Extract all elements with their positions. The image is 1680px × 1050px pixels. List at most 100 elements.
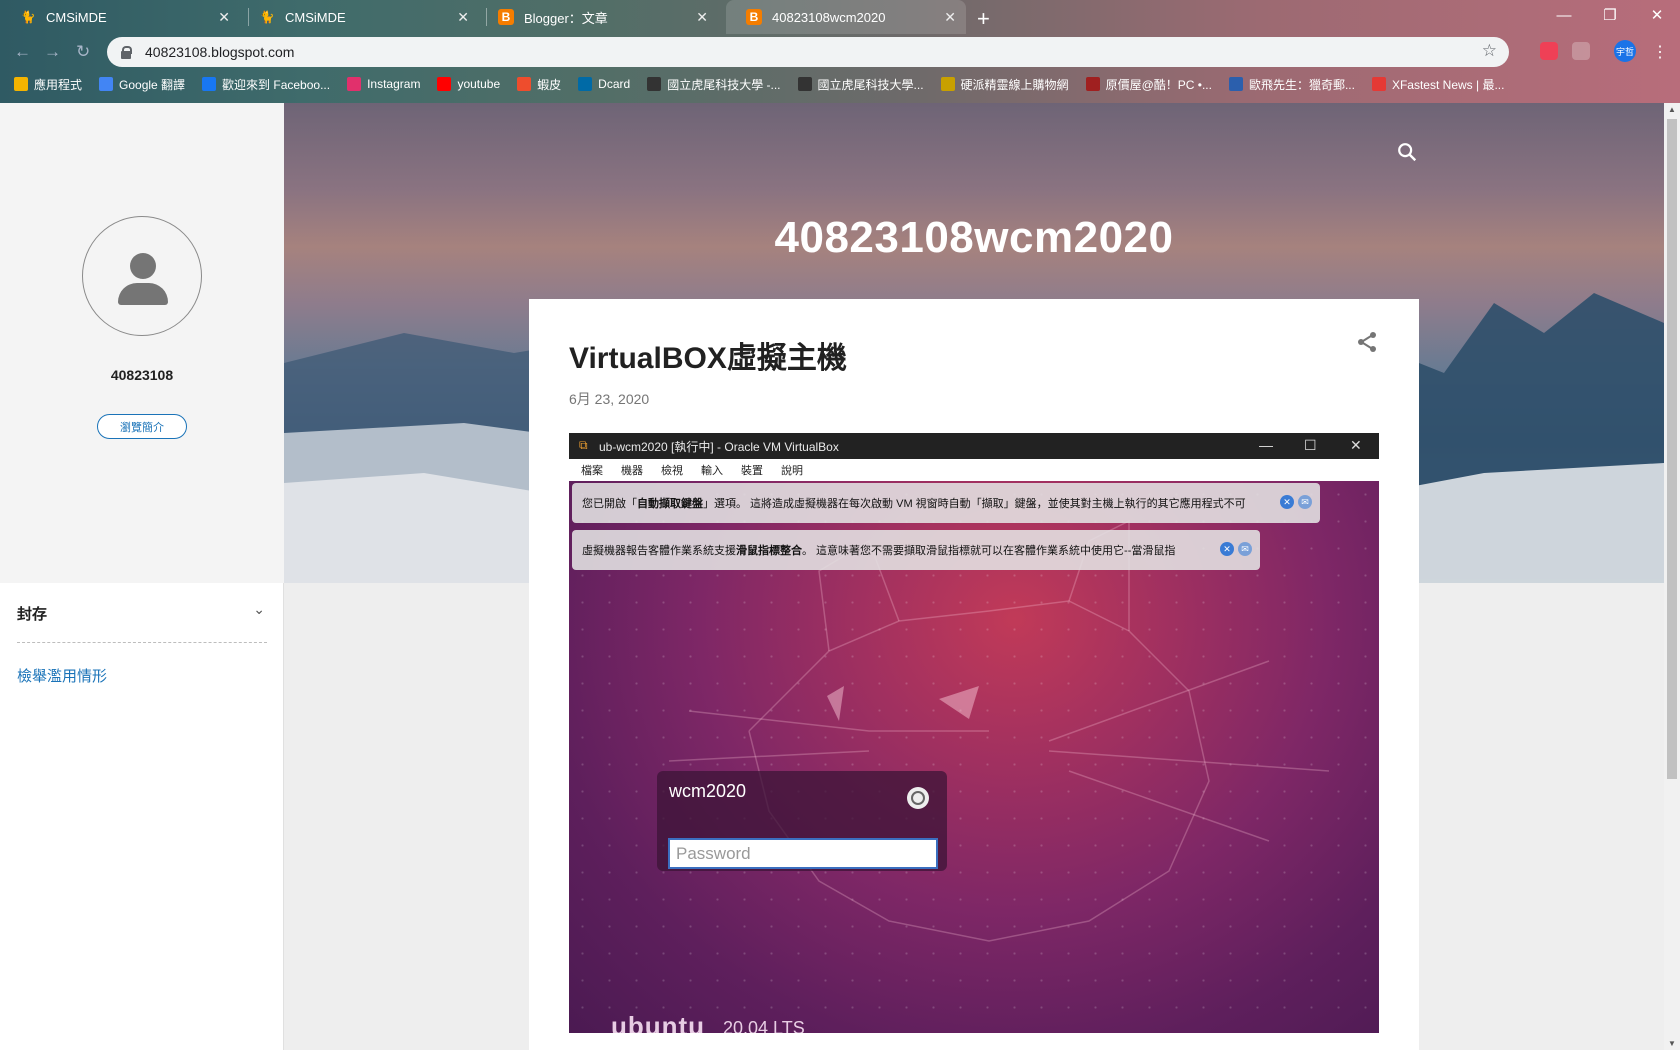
facebook-icon	[202, 77, 217, 91]
archive-title: 封存	[17, 606, 48, 623]
close-tab-icon[interactable]: ✕	[696, 9, 708, 26]
close-tab-icon[interactable]: ✕	[218, 9, 230, 26]
vbox-menu-devices: 裝置	[741, 465, 763, 477]
minimize-icon[interactable]: —	[1541, 0, 1587, 30]
vbox-titlebar: ⧉ ub-wcm2020 [執行中] - Oracle VM VirtualBo…	[569, 433, 1379, 459]
bookmark-item[interactable]: 蝦皮	[517, 76, 561, 93]
extension-icon[interactable]	[1572, 42, 1590, 60]
page-scrollbar[interactable]: ▲ ▼	[1664, 103, 1680, 1050]
notice1-icons: ✕ ✉	[1276, 495, 1312, 509]
google-translate-icon	[99, 77, 114, 91]
notice2-post: 。 這意味著您不需要擷取滑鼠指標就可以在客體作業系統中使用它--當滑鼠指	[802, 545, 1176, 557]
post-date[interactable]: 6月 23, 2020	[569, 389, 649, 409]
cat-favicon-icon: 🐈	[259, 10, 275, 24]
vbox-menu-input: 輸入	[701, 465, 723, 477]
notice2-icons: ✕ ✉	[1216, 542, 1252, 556]
address-bar[interactable]: 40823108.blogspot.com ☆	[107, 37, 1509, 67]
scroll-up-icon[interactable]: ▲	[1668, 105, 1676, 114]
vbox-menu-file: 檔案	[581, 465, 603, 477]
notice-mute-icon: ✉	[1238, 542, 1252, 556]
bookmarks-bar: 應用程式 Google 翻譯 歡迎來到 Faceboo... Instagram you…	[0, 70, 1680, 98]
avatar[interactable]	[82, 216, 202, 336]
profile-name: 40823108	[110, 367, 174, 383]
nfu-cat-icon	[797, 77, 812, 91]
tab-blog-active[interactable]: B 40823108wcm2020 ✕	[726, 0, 966, 34]
notice-close-icon: ✕	[1280, 495, 1294, 509]
tab-blogger[interactable]: B Blogger：文章 ✕	[478, 0, 718, 34]
post-image-virtualbox[interactable]: ⧉ ub-wcm2020 [執行中] - Oracle VM VirtualBo…	[569, 433, 1379, 1033]
forward-icon[interactable]: →	[44, 42, 61, 62]
tab-title: Blogger：文章	[524, 10, 608, 26]
sidebar-profile-area	[0, 103, 284, 583]
vbox-minimize-icon: —	[1259, 437, 1273, 453]
tab-strip: 🐈 CMSiMDE ✕ 🐈 CMSiMDE ✕ B Blogger：文章 ✕ B…	[0, 0, 1680, 34]
post-title[interactable]: VirtualBOX虛擬主機	[569, 333, 847, 377]
scroll-thumb[interactable]	[1667, 119, 1677, 779]
coolpc-house-icon	[1085, 77, 1100, 91]
vbox-close-icon: ✕	[1350, 437, 1362, 453]
vbox-maximize-icon: ☐	[1304, 437, 1317, 453]
bookmark-item[interactable]: youtube	[437, 77, 500, 91]
bookmark-item[interactable]: 歡迎來到 Faceboo...	[202, 76, 330, 93]
notice2-bold: 滑鼠指標整合	[736, 545, 802, 557]
bookmark-label: XFastest News | 最...	[1391, 77, 1505, 92]
tab-cmsimde-2[interactable]: 🐈 CMSiMDE ✕	[239, 0, 479, 34]
bookmark-label: 國立虎尾科技大學...	[817, 77, 924, 92]
reload-icon[interactable]: ↻	[76, 42, 90, 62]
tab-cmsimde-1[interactable]: 🐈 CMSiMDE ✕	[0, 0, 240, 34]
tab-title: CMSiMDE	[285, 9, 346, 25]
site-title[interactable]: 40823108wcm2020	[284, 213, 1664, 263]
bookmark-item[interactable]: 歐飛先生：獵奇郵...	[1228, 76, 1355, 93]
menu-dots-icon[interactable]: ⋮	[1652, 42, 1668, 62]
nfu-icon	[647, 77, 662, 91]
bookmark-item[interactable]: Dcard	[578, 77, 630, 91]
pocket-extension-icon[interactable]	[1540, 42, 1558, 60]
chevron-down-icon[interactable]: ⌄	[253, 601, 265, 618]
search-icon[interactable]	[1396, 141, 1418, 163]
bookmark-item[interactable]: XFastest News | 最...	[1371, 76, 1505, 93]
bookmark-label: 歐飛先生：獵奇郵...	[1248, 77, 1355, 92]
new-tab-button[interactable]: +	[977, 6, 990, 32]
bookmark-label: Google 翻譯	[119, 77, 186, 92]
coolpc-icon	[940, 77, 955, 91]
report-abuse-link[interactable]: 檢舉濫用情形	[17, 665, 107, 686]
bookmark-star-icon[interactable]: ☆	[1482, 41, 1497, 61]
restore-icon[interactable]: ❐	[1587, 0, 1633, 30]
window-close-icon[interactable]: ✕	[1634, 0, 1680, 30]
blog-page: 40823108 瀏覽簡介 封存 ⌄ 檢舉濫用情形 40823108wcm202…	[0, 103, 1664, 1050]
close-tab-icon[interactable]: ✕	[944, 9, 956, 26]
bookmark-item[interactable]: 應用程式	[14, 76, 82, 93]
back-icon[interactable]: ←	[14, 42, 31, 62]
bookmark-item[interactable]: 國立虎尾科技大學 -...	[647, 76, 781, 93]
vbox-menu-view: 檢視	[661, 465, 683, 477]
bookmark-label: Instagram	[367, 77, 421, 91]
archive-section[interactable]: 封存 ⌄	[17, 601, 267, 643]
bookmark-item[interactable]: 國立虎尾科技大學...	[797, 76, 924, 93]
url-text[interactable]: 40823108.blogspot.com	[145, 44, 294, 60]
view-profile-button[interactable]: 瀏覽簡介	[97, 414, 187, 439]
bookmark-item[interactable]: 原價屋@酷！PC •...	[1085, 76, 1212, 93]
vbox-mouse-notice: 虛擬機器報告客體作業系統支援 滑鼠指標整合 。 這意味著您不需要擷取滑鼠指標就可…	[572, 530, 1260, 570]
bookmark-label: Dcard	[598, 77, 631, 91]
login-box: wcm2020 Password	[657, 771, 947, 871]
person-icon	[130, 253, 156, 279]
ubuntu-version: 20.04 LTS	[723, 1018, 805, 1033]
notice1-pre: 您已開啟「	[582, 498, 637, 510]
close-tab-icon[interactable]: ✕	[457, 9, 469, 26]
bookmark-label: youtube	[457, 77, 501, 91]
vbox-menu-help: 說明	[781, 465, 803, 477]
scroll-down-icon[interactable]: ▼	[1668, 1039, 1676, 1048]
youtube-icon	[437, 77, 452, 91]
bookmark-item[interactable]: Google 翻譯	[99, 76, 185, 93]
notice-mute-icon: ✉	[1298, 495, 1312, 509]
lock-icon[interactable]	[121, 45, 132, 59]
profile-avatar[interactable]: 宇哲	[1614, 40, 1636, 62]
bookmark-item[interactable]: Instagram	[347, 77, 420, 91]
dcard-icon	[578, 77, 593, 91]
session-gear-icon	[907, 787, 929, 809]
bookmark-item[interactable]: 硬派精靈線上購物網	[940, 76, 1069, 93]
share-icon[interactable]	[1355, 330, 1379, 354]
browser-toolbar: ← → ↻ 40823108.blogspot.com ☆ 宇哲 ⋮	[0, 34, 1680, 70]
cat-favicon-icon: 🐈	[20, 10, 36, 24]
apps-grid-icon	[14, 77, 28, 91]
